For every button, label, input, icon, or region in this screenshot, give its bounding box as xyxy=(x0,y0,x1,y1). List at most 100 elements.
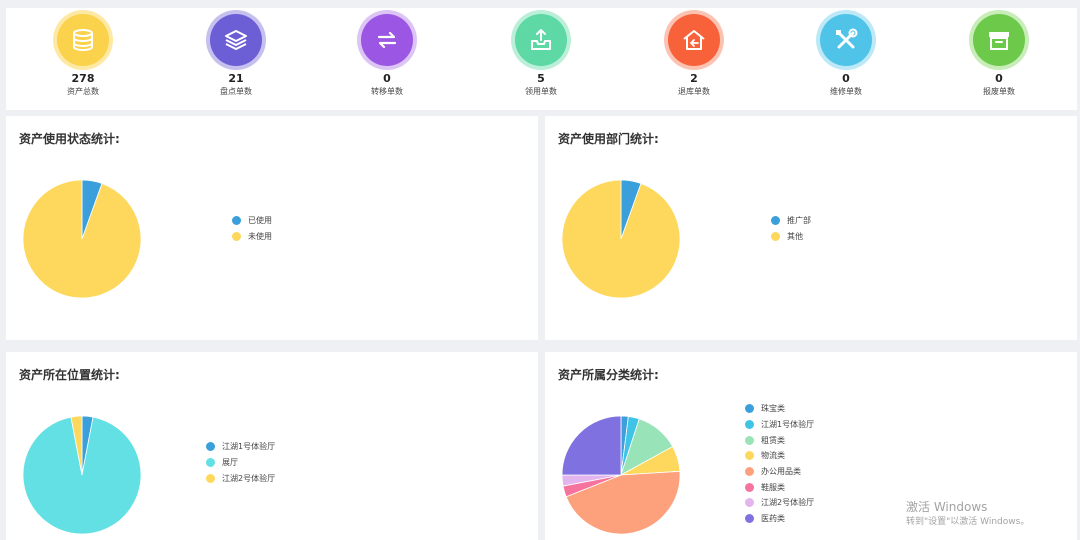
chart-legend: 珠宝类江湖1号体验厅 租赁类物流类办公用品类鞋服类江湖2号体验厅 医药类 xyxy=(745,401,814,527)
stat-icon-circle xyxy=(668,14,720,66)
legend-dot xyxy=(206,442,215,452)
stat-label: 盘点单数 xyxy=(220,87,252,96)
pie-slice[interactable] xyxy=(561,415,622,476)
chart-legend: 推广部 其他 xyxy=(771,213,811,244)
legend-dot xyxy=(745,482,754,492)
legend-item[interactable]: 租赁类 xyxy=(745,432,814,448)
stat-icon-circle xyxy=(210,14,262,66)
chart-legend: 江湖1号体验厅 展厅江湖2号体验厅 xyxy=(206,439,275,486)
stat-count: 0 xyxy=(995,72,1003,85)
legend-dot xyxy=(232,216,241,226)
stat-label: 报废单数 xyxy=(983,87,1015,96)
stat-repair-orders[interactable]: 0 维修单数 xyxy=(786,8,906,110)
legend-label: 租赁类 xyxy=(761,435,785,445)
legend-item[interactable]: 展厅 xyxy=(206,455,275,471)
usage-department-panel: 资产使用部门统计: 推广部其他 xyxy=(545,116,1077,340)
stat-label: 领用单数 xyxy=(525,87,557,96)
stat-icon-circle xyxy=(820,14,872,66)
pie-chart xyxy=(561,415,681,535)
legend-item[interactable]: 鞋服类 xyxy=(745,479,814,495)
legend-item[interactable]: 医药类 xyxy=(745,511,814,527)
stat-count: 0 xyxy=(383,72,391,85)
legend-label: 鞋服类 xyxy=(761,482,785,492)
legend-item[interactable]: 珠宝类 xyxy=(745,401,814,417)
legend-dot xyxy=(771,216,780,226)
legend-dot xyxy=(745,404,754,414)
stat-return-orders[interactable]: 2 退库单数 xyxy=(634,8,754,110)
legend-label: 江湖1号体验厅 xyxy=(761,420,815,430)
legend-item[interactable]: 江湖1号体验厅 xyxy=(206,439,275,455)
panel-title: 资产所在位置统计: xyxy=(19,368,120,382)
legend-item[interactable]: 江湖1号体验厅 xyxy=(745,417,814,433)
legend-dot xyxy=(745,514,754,524)
legend-label: 办公用品类 xyxy=(761,467,801,477)
stat-label: 转移单数 xyxy=(371,87,403,96)
panel-title: 资产所属分类统计: xyxy=(558,368,659,382)
legend-label: 展厅 xyxy=(222,458,238,468)
stat-icon-circle xyxy=(973,14,1025,66)
legend-item[interactable]: 推广部 xyxy=(771,213,811,229)
legend-label: 已使用 xyxy=(248,216,272,226)
pie-chart xyxy=(22,415,142,535)
legend-item[interactable]: 已使用 xyxy=(232,213,272,229)
legend-item[interactable]: 江湖2号体验厅 xyxy=(745,495,814,511)
legend-dot xyxy=(745,467,754,477)
stat-icon-circle xyxy=(515,14,567,66)
legend-label: 江湖2号体验厅 xyxy=(222,473,276,483)
legend-dot xyxy=(745,451,754,461)
stat-requisition-orders[interactable]: 5 领用单数 xyxy=(481,8,601,110)
stat-transfer-orders[interactable]: 0 转移单数 xyxy=(327,8,447,110)
legend-label: 其他 xyxy=(787,232,803,242)
legend-dot xyxy=(745,498,754,508)
return-home-icon xyxy=(683,30,705,50)
pie-chart xyxy=(22,179,142,299)
stat-label: 维修单数 xyxy=(830,87,862,96)
legend-dot xyxy=(745,435,754,445)
windows-activation-watermark: 激活 Windows 转到"设置"以激活 Windows。 xyxy=(906,500,1029,529)
legend-label: 推广部 xyxy=(787,216,811,226)
layers-icon xyxy=(225,30,247,50)
stat-inventory-orders[interactable]: 21 盘点单数 xyxy=(176,8,296,110)
stat-count: 5 xyxy=(537,72,545,85)
pie-slice[interactable] xyxy=(22,179,142,299)
panel-title: 资产使用状态统计: xyxy=(19,132,120,146)
stat-icon-circle xyxy=(361,14,413,66)
stat-count: 278 xyxy=(71,72,95,85)
legend-label: 医药类 xyxy=(761,514,785,524)
stat-label: 退库单数 xyxy=(678,87,710,96)
stat-count: 2 xyxy=(690,72,698,85)
location-panel: 资产所在位置统计: 江湖1号体验厅 展厅江湖2号体验厅 xyxy=(6,352,538,540)
legend-label: 未使用 xyxy=(248,232,272,242)
legend-label: 江湖2号体验厅 xyxy=(761,498,815,508)
usage-status-panel: 资产使用状态统计: 已使用未使用 xyxy=(6,116,538,340)
legend-label: 珠宝类 xyxy=(761,404,785,414)
legend-dot xyxy=(771,232,780,242)
inbox-upload-icon xyxy=(531,29,551,50)
chart-legend: 已使用 未使用 xyxy=(232,213,272,244)
legend-item[interactable]: 江湖2号体验厅 xyxy=(206,470,275,486)
legend-item[interactable]: 办公用品类 xyxy=(745,464,814,480)
legend-item[interactable]: 未使用 xyxy=(232,229,272,245)
legend-dot xyxy=(745,420,754,430)
stat-asset-total[interactable]: 278 资产总数 xyxy=(23,8,143,110)
stat-icon-circle xyxy=(57,14,109,66)
legend-item[interactable]: 其他 xyxy=(771,229,811,245)
coin-stack-icon xyxy=(73,29,93,52)
legend-dot xyxy=(232,232,241,242)
stat-count: 0 xyxy=(842,72,850,85)
pie-slice[interactable] xyxy=(561,179,681,299)
tools-icon xyxy=(836,28,858,49)
watermark-line-1: 激活 Windows xyxy=(906,500,988,514)
stat-label: 资产总数 xyxy=(67,87,99,96)
stat-scrap-orders[interactable]: 0 报废单数 xyxy=(939,8,1059,110)
legend-dot xyxy=(206,473,215,483)
pie-chart xyxy=(561,179,681,299)
watermark-line-2: 转到"设置"以激活 Windows。 xyxy=(906,517,1030,527)
legend-label: 江湖1号体验厅 xyxy=(222,442,276,452)
legend-label: 物流类 xyxy=(761,451,785,461)
panel-title: 资产使用部门统计: xyxy=(558,132,659,146)
transfer-icon xyxy=(377,31,397,49)
legend-item[interactable]: 物流类 xyxy=(745,448,814,464)
legend-dot xyxy=(206,458,215,468)
stat-count: 21 xyxy=(228,72,244,85)
